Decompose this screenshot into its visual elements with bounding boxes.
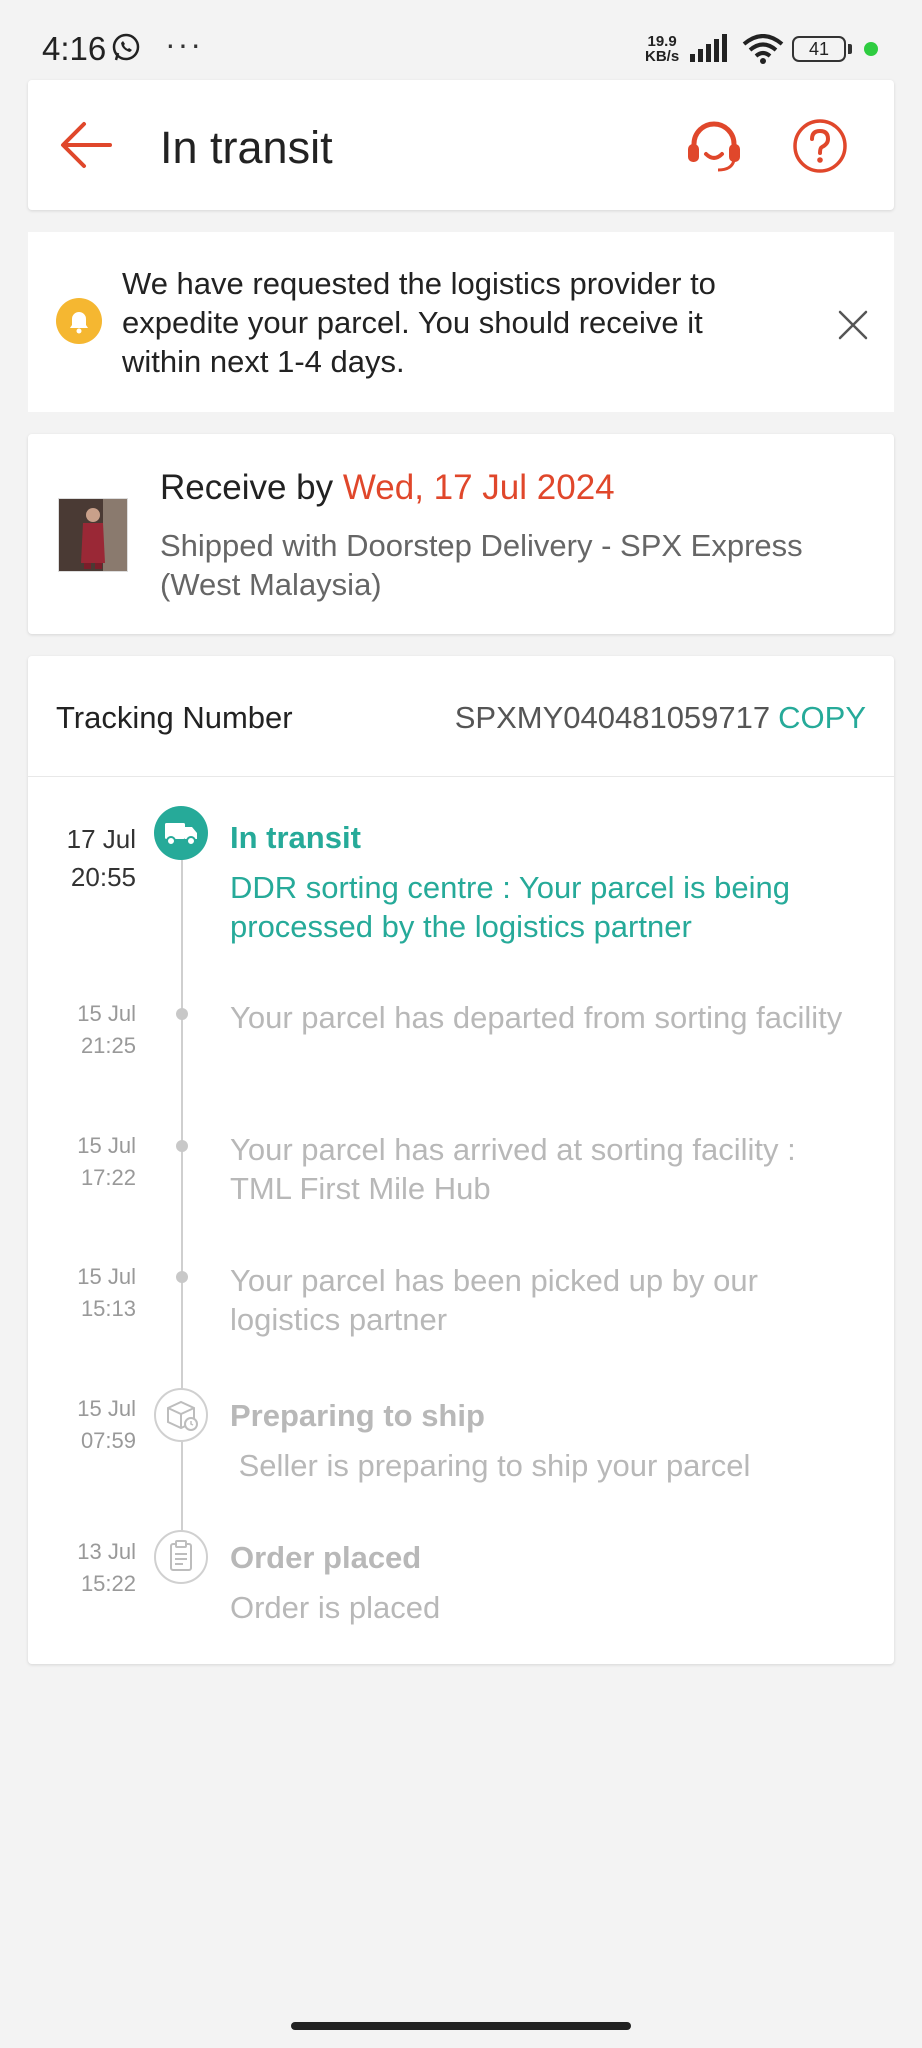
home-indicator[interactable] bbox=[291, 2022, 631, 2030]
whatsapp-icon bbox=[112, 33, 140, 61]
event-date: 15 Jul bbox=[77, 1264, 136, 1289]
event-date: 17 Jul bbox=[66, 824, 136, 854]
clipboard-icon bbox=[154, 1530, 208, 1584]
event-time: 07:59 bbox=[80, 1428, 136, 1453]
event-date: 15 Jul bbox=[77, 1133, 136, 1158]
more-notifications-icon: ··· bbox=[165, 26, 203, 62]
speed-value: 19.9 bbox=[647, 33, 677, 50]
network-speed: 19.9 KB/s bbox=[645, 34, 679, 64]
event-date: 15 Jul bbox=[77, 1001, 136, 1026]
event-description: Your parcel has been picked up by our lo… bbox=[230, 1263, 758, 1337]
divider bbox=[28, 776, 894, 777]
battery-tip bbox=[848, 44, 852, 54]
event-description: Your parcel has departed from sorting fa… bbox=[230, 1000, 843, 1035]
event-description: Order is placed bbox=[230, 1590, 441, 1625]
copy-button[interactable]: COPY bbox=[778, 700, 866, 735]
event-time: 15:13 bbox=[80, 1296, 136, 1321]
privacy-indicator-dot bbox=[864, 42, 878, 56]
notice-message: We have requested the logistics provider… bbox=[122, 266, 716, 379]
event-title: In transit bbox=[230, 820, 361, 855]
product-image bbox=[59, 499, 127, 571]
event-time: 15:22 bbox=[80, 1571, 136, 1596]
shipping-method: Shipped with Doorstep Delivery - SPX Exp… bbox=[160, 528, 803, 602]
close-icon[interactable] bbox=[836, 308, 870, 342]
event-description: Your parcel has arrived at sorting facil… bbox=[230, 1132, 796, 1206]
signal-icon bbox=[690, 34, 727, 62]
tracking-card: Tracking Number SPXMY040481059717 COPY 17… bbox=[28, 656, 894, 1664]
event-time: 21:25 bbox=[80, 1033, 136, 1058]
wifi-icon bbox=[742, 34, 784, 64]
timeline-line bbox=[181, 854, 183, 1569]
tracking-number-value: SPXMY040481059717 bbox=[454, 700, 771, 735]
status-time: 4:16 bbox=[42, 30, 107, 67]
back-arrow-icon[interactable] bbox=[58, 118, 114, 172]
battery-icon: 41 bbox=[792, 36, 846, 62]
event-date: 13 Jul bbox=[77, 1539, 136, 1564]
event-datetime: 15 Jul 21:25 bbox=[28, 998, 136, 1062]
event-description: DDR sorting centre : Your parcel is bein… bbox=[230, 870, 791, 944]
event-time: 17:22 bbox=[80, 1165, 136, 1190]
event-time: 20:55 bbox=[70, 862, 136, 892]
question-icon[interactable] bbox=[792, 118, 848, 174]
product-thumbnail bbox=[58, 498, 128, 572]
event-dot bbox=[176, 1271, 188, 1283]
top-bar: In transit bbox=[28, 80, 894, 210]
event-title: Preparing to ship bbox=[230, 1398, 485, 1433]
tracking-number-label: Tracking Number bbox=[56, 700, 293, 735]
bell-icon bbox=[56, 298, 102, 344]
event-datetime: 13 Jul 15:22 bbox=[28, 1536, 136, 1600]
receive-by: Receive by Wed, 17 Jul 2024 bbox=[160, 468, 615, 508]
event-datetime: 15 Jul 07:59 bbox=[28, 1393, 136, 1457]
event-datetime: 15 Jul 17:22 bbox=[28, 1130, 136, 1194]
speed-unit: KB/s bbox=[645, 48, 680, 65]
box-icon bbox=[154, 1388, 208, 1442]
tracking-number: SPXMY040481059717 COPY bbox=[455, 700, 866, 736]
delivery-summary[interactable]: Receive by Wed, 17 Jul 2024 Shipped with… bbox=[28, 434, 894, 634]
event-dot bbox=[176, 1008, 188, 1020]
headset-icon[interactable] bbox=[684, 116, 744, 176]
receive-by-label: Receive by bbox=[160, 468, 343, 507]
event-description: Seller is preparing to ship your parcel bbox=[230, 1448, 751, 1483]
event-date: 15 Jul bbox=[77, 1396, 136, 1421]
truck-icon bbox=[154, 806, 208, 860]
event-datetime: 15 Jul 15:13 bbox=[28, 1261, 136, 1325]
receive-by-date: Wed, 17 Jul 2024 bbox=[342, 468, 615, 507]
event-title: Order placed bbox=[230, 1540, 422, 1575]
status-bar: 4:16 ··· 19.9 KB/s 41 bbox=[0, 0, 922, 78]
event-datetime: 17 Jul 20:55 bbox=[28, 820, 136, 896]
event-dot bbox=[176, 1140, 188, 1152]
page-title: In transit bbox=[160, 122, 333, 173]
expedite-notice: We have requested the logistics provider… bbox=[28, 232, 894, 412]
